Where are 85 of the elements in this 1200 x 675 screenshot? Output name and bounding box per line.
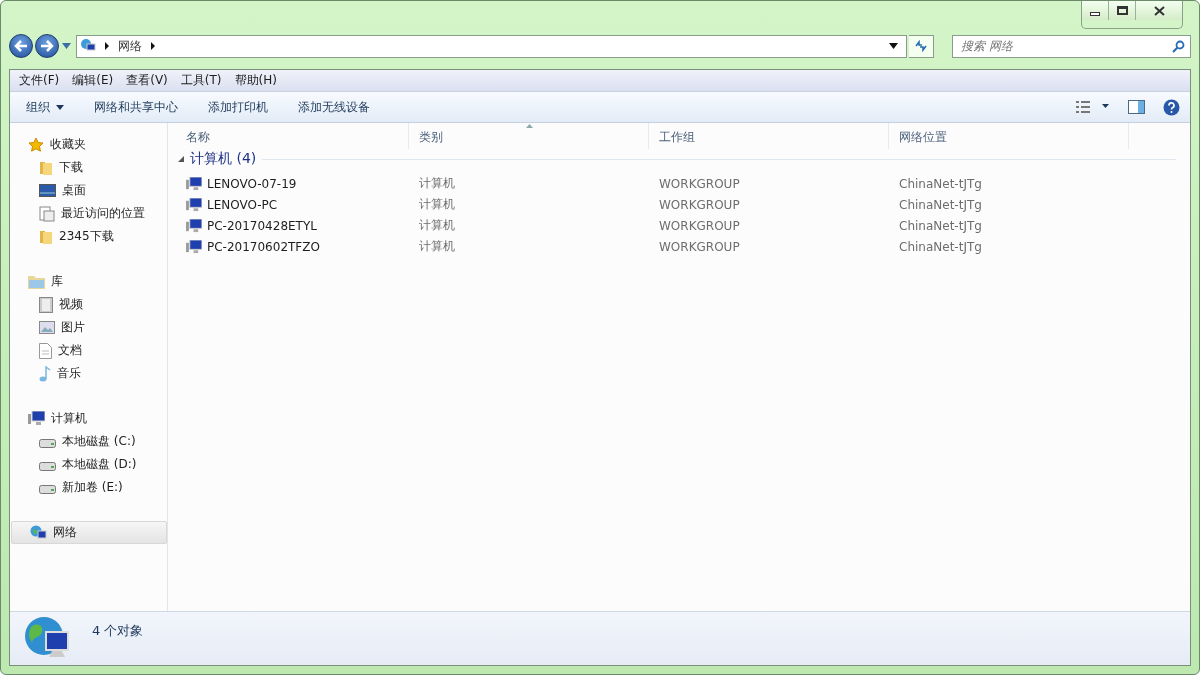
search-field[interactable]: 搜索 网络 [952, 34, 1191, 58]
computer-name[interactable]: LENOVO-07-19 [207, 176, 297, 191]
column-header[interactable]: 网络位置 [889, 123, 1129, 149]
table-cell: ChinaNet-tJTg [899, 197, 982, 212]
table-cell: ChinaNet-tJTg [899, 239, 982, 254]
recent-places-icon [39, 205, 55, 222]
close-button[interactable] [1136, 1, 1182, 20]
item-count: 4 个对象 [92, 622, 144, 640]
organize-button[interactable]: 组织 [16, 94, 74, 120]
view-options-icon[interactable] [1076, 101, 1110, 113]
sidebar-item[interactable]: 2345下载 [10, 225, 167, 248]
table-cell: 计算机 [419, 217, 455, 234]
right-arrow-icon [40, 40, 54, 52]
minimize-button[interactable] [1082, 1, 1109, 20]
sidebar-item[interactable]: 下载 [10, 156, 167, 179]
sidebar-item[interactable]: 图片 [10, 316, 167, 339]
sidebar-item[interactable]: 音乐 [10, 362, 167, 385]
breadcrumb-arrow-icon[interactable] [105, 42, 109, 50]
table-cell: WORKGROUP [659, 176, 740, 191]
breadcrumb-arrow-icon[interactable] [151, 42, 155, 50]
sidebar-item[interactable]: 文档 [10, 339, 167, 362]
network-icon [80, 38, 96, 54]
maximize-button[interactable] [1109, 1, 1136, 20]
preview-pane-icon[interactable] [1128, 100, 1145, 114]
table-cell: 计算机 [419, 238, 455, 255]
sidebar-item[interactable]: 库 [10, 270, 167, 293]
sidebar-item[interactable]: 收藏夹 [10, 133, 167, 156]
dropdown-arrow-icon[interactable] [889, 43, 898, 49]
group-header[interactable]: 计算机 (4) [190, 150, 257, 168]
menu-item[interactable]: 查看(V) [126, 72, 168, 89]
menu-item[interactable]: 帮助(H) [234, 72, 277, 89]
column-header[interactable]: 名称 [176, 123, 409, 149]
picture-icon [39, 321, 55, 334]
computer-name[interactable]: PC-20170602TFZO [207, 239, 320, 254]
computer-icon [186, 176, 202, 191]
menu-item[interactable]: 文件(F) [19, 72, 60, 89]
computer-icon [186, 218, 202, 233]
table-cell: ChinaNet-tJTg [899, 176, 982, 191]
help-icon[interactable] [1163, 98, 1180, 116]
computer-name[interactable]: LENOVO-PC [207, 197, 278, 212]
library-icon [28, 274, 45, 289]
left-arrow-icon [14, 40, 28, 52]
table-cell: WORKGROUP [659, 218, 740, 233]
computer-icon [28, 411, 45, 426]
computer-name[interactable]: PC-20170428ETYL [207, 218, 317, 233]
toolbar-button[interactable]: 添加无线设备 [288, 94, 380, 120]
computer-icon [186, 239, 202, 254]
sidebar-item[interactable]: 网络 [11, 521, 167, 544]
table-cell: 计算机 [419, 175, 455, 192]
address-bar[interactable]: 网络 [76, 34, 907, 58]
back-button[interactable] [9, 34, 33, 58]
refresh-button[interactable] [909, 34, 934, 58]
document-icon [39, 342, 52, 359]
collapse-arrow-icon[interactable] [178, 156, 184, 162]
sidebar-item[interactable]: 最近访问的位置 [10, 202, 167, 225]
computer-icon [186, 197, 202, 212]
sidebar-item[interactable]: 计算机 [10, 407, 167, 430]
column-header[interactable]: 类别 [409, 123, 649, 149]
star-icon [28, 136, 44, 153]
sidebar-item[interactable]: 新加卷 (E:) [10, 476, 167, 499]
film-icon [39, 296, 53, 313]
menu-item[interactable]: 工具(T) [180, 72, 222, 89]
music-note-icon [39, 365, 51, 382]
menu-item[interactable]: 编辑(E) [72, 72, 114, 89]
column-header[interactable]: 工作组 [649, 123, 889, 149]
toolbar-button[interactable]: 添加打印机 [198, 94, 278, 120]
close-icon [1153, 5, 1165, 16]
sidebar-item[interactable]: 本地磁盘 (D:) [10, 453, 167, 476]
folder-icon [39, 159, 53, 176]
sidebar-item[interactable]: 本地磁盘 (C:) [10, 430, 167, 453]
toolbar-button[interactable]: 网络和共享中心 [84, 94, 188, 120]
folder-icon [39, 228, 53, 245]
table-cell: WORKGROUP [659, 239, 740, 254]
sidebar-item[interactable]: 视频 [10, 293, 167, 316]
search-icon [1172, 39, 1185, 53]
table-cell: ChinaNet-tJTg [899, 218, 982, 233]
desktop-icon [39, 184, 56, 197]
dropdown-arrow-icon [56, 104, 64, 110]
refresh-icon [914, 40, 928, 52]
breadcrumb-item[interactable]: 网络 [118, 37, 142, 55]
table-cell: 计算机 [419, 196, 455, 213]
sidebar-item[interactable]: 桌面 [10, 179, 167, 202]
network-icon [30, 524, 47, 541]
forward-button[interactable] [35, 34, 59, 58]
table-cell: WORKGROUP [659, 197, 740, 212]
